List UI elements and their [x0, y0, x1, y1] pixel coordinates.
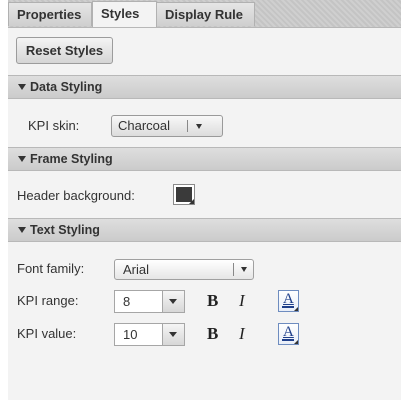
kpi-value-font-color-button[interactable]: A [278, 323, 299, 345]
kpi-range-size-select[interactable]: 8 [114, 290, 185, 313]
section-title: Frame Styling [30, 152, 113, 166]
section-title: Data Styling [30, 80, 103, 94]
tab-display-rule[interactable]: Display Rule [156, 2, 255, 26]
tab-styles[interactable]: Styles [92, 1, 157, 27]
kpi-range-font-color-button[interactable]: A [278, 290, 299, 312]
chevron-down-icon [241, 267, 247, 272]
kpi-value-size-select[interactable]: 10 [114, 323, 185, 346]
kpi-skin-label: KPI skin: [28, 118, 80, 133]
font-family-select[interactable]: Arial [114, 259, 254, 280]
tab-properties[interactable]: Properties [8, 2, 92, 26]
section-data-styling[interactable]: Data Styling [8, 75, 401, 99]
kpi-range-italic-button[interactable]: I [239, 291, 245, 311]
kpi-skin-select[interactable]: Charcoal [111, 115, 223, 137]
styles-panel: Properties Styles Display Rule Reset Sty… [8, 0, 401, 400]
collapse-arrow-icon [18, 227, 26, 233]
collapse-arrow-icon [18, 84, 26, 90]
kpi-range-bold-button[interactable]: B [207, 291, 218, 311]
select-divider [187, 120, 188, 132]
header-background-label: Header background: [17, 188, 135, 203]
font-family-label: Font family: [17, 261, 85, 276]
kpi-value-label: KPI value: [17, 326, 77, 341]
chevron-down-icon[interactable] [162, 324, 184, 345]
dropdown-corner-icon [294, 340, 298, 344]
font-color-bar [282, 339, 294, 341]
section-text-styling[interactable]: Text Styling [8, 218, 401, 242]
header-background-color-picker[interactable] [173, 184, 195, 205]
font-color-bar [282, 306, 294, 308]
select-divider [233, 263, 234, 276]
kpi-range-label: KPI range: [17, 293, 79, 308]
reset-styles-button[interactable]: Reset Styles [16, 37, 113, 64]
chevron-down-icon [196, 124, 202, 129]
section-title: Text Styling [30, 223, 100, 237]
kpi-range-size-value: 8 [123, 294, 131, 309]
dropdown-corner-icon [189, 199, 194, 204]
kpi-value-italic-button[interactable]: I [239, 324, 245, 344]
tab-bar: Properties Styles Display Rule [8, 0, 401, 28]
dropdown-corner-icon [294, 307, 298, 311]
kpi-value-size-value: 10 [123, 327, 138, 342]
kpi-skin-value: Charcoal [118, 118, 171, 133]
font-family-value: Arial [123, 262, 150, 277]
kpi-value-bold-button[interactable]: B [207, 324, 218, 344]
chevron-down-icon[interactable] [162, 291, 184, 312]
section-frame-styling[interactable]: Frame Styling [8, 147, 401, 171]
collapse-arrow-icon [18, 156, 26, 162]
